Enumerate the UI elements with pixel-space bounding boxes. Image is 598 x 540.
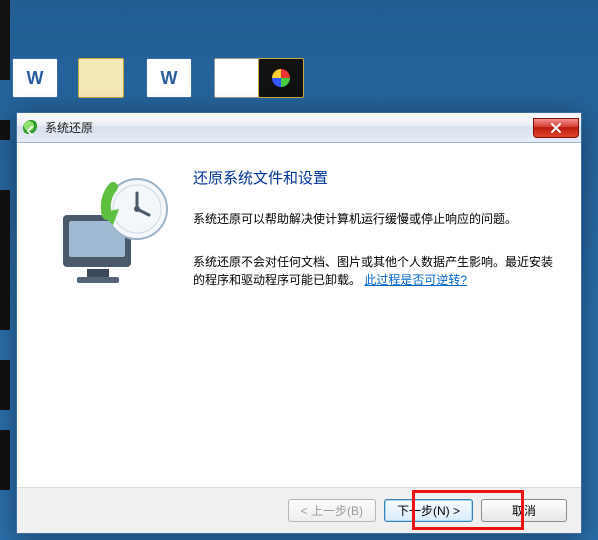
close-icon bbox=[550, 123, 562, 133]
desktop-icon-document[interactable] bbox=[212, 58, 262, 118]
back-button: < 上一步(B) bbox=[288, 499, 376, 522]
titlebar[interactable]: 系统还原 bbox=[17, 113, 581, 143]
system-restore-icon bbox=[23, 120, 39, 136]
dialog-content: 还原系统文件和设置 系统还原可以帮助解决使计算机运行缓慢或停止响应的问题。 系统… bbox=[185, 161, 553, 477]
dialog-body: 还原系统文件和设置 系统还原可以帮助解决使计算机运行缓慢或停止响应的问题。 系统… bbox=[17, 143, 581, 487]
dialog-heading: 还原系统文件和设置 bbox=[193, 167, 553, 188]
edge-artifact bbox=[0, 430, 10, 490]
dialog-paragraph-1: 系统还原可以帮助解决使计算机运行缓慢或停止响应的问题。 bbox=[193, 210, 553, 229]
edge-artifact bbox=[0, 120, 10, 140]
edge-artifact bbox=[0, 0, 10, 80]
desktop-icon-word[interactable]: W bbox=[10, 58, 60, 118]
system-restore-dialog: 系统还原 bbox=[16, 112, 582, 534]
desktop-icon-folder[interactable] bbox=[76, 58, 126, 118]
desktop-icon-word[interactable]: W bbox=[144, 58, 194, 118]
close-button[interactable] bbox=[533, 118, 579, 138]
desktop-icon-windows[interactable] bbox=[256, 58, 306, 118]
cancel-button[interactable]: 取消 bbox=[481, 499, 567, 522]
dialog-footer: < 上一步(B) 下一步(N) > 取消 bbox=[17, 487, 581, 533]
next-button[interactable]: 下一步(N) > bbox=[384, 499, 473, 522]
reversible-link[interactable]: 此过程是否可逆转? bbox=[364, 273, 467, 287]
edge-artifact bbox=[0, 190, 10, 330]
window-title: 系统还原 bbox=[45, 119, 533, 136]
dialog-paragraph-2: 系统还原不会对任何文档、图片或其他个人数据产生影响。最近安装的程序和驱动程序可能… bbox=[193, 253, 553, 290]
restore-illustration bbox=[45, 161, 185, 477]
edge-artifact bbox=[0, 360, 10, 410]
